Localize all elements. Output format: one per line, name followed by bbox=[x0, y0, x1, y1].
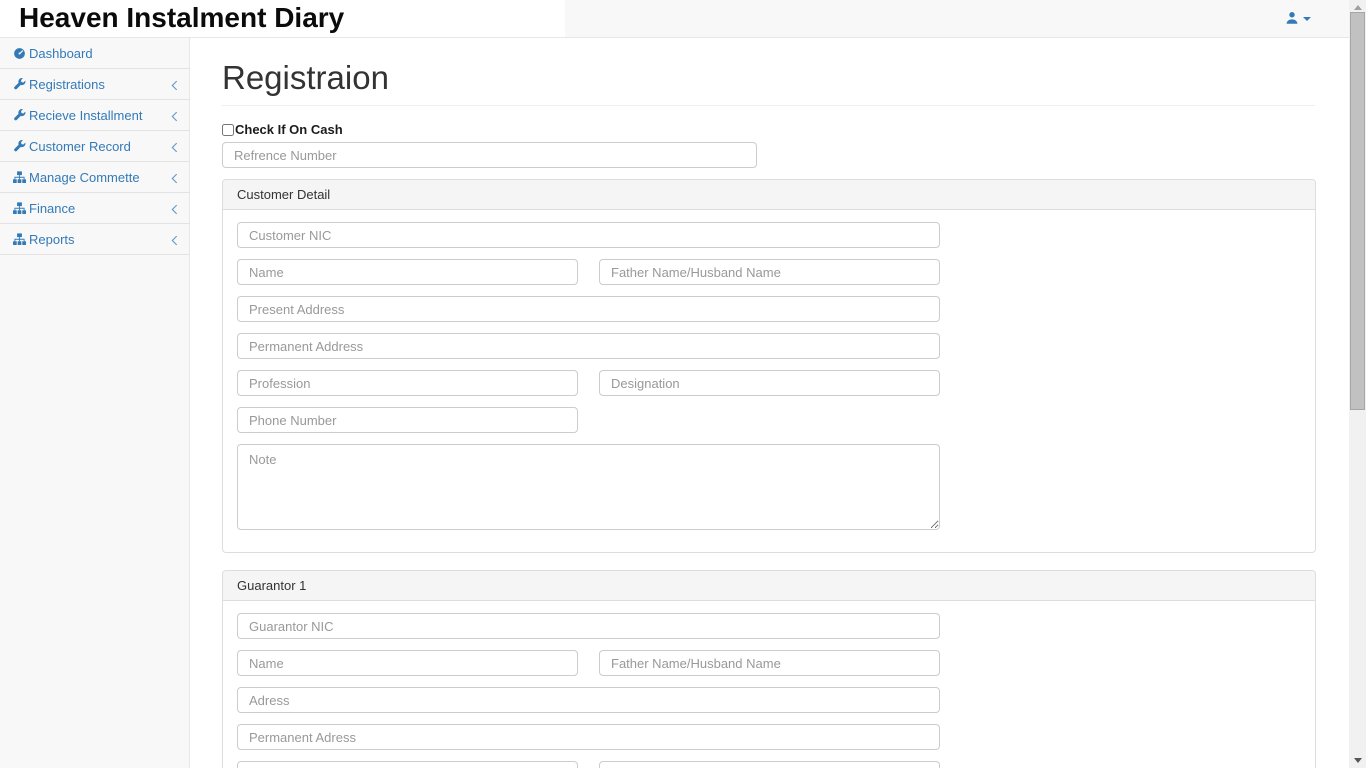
sidebar-nav: Dashboard Registrations Recieve Installmen… bbox=[0, 38, 190, 768]
guarantor-1-name-input[interactable] bbox=[237, 650, 578, 676]
sidebar-item-manage-commette[interactable]: Manage Commette bbox=[0, 162, 189, 193]
sitemap-icon bbox=[13, 170, 26, 184]
customer-detail-permanent-address-input[interactable] bbox=[237, 333, 940, 359]
sidebar-item-customer-record[interactable]: Customer Record bbox=[0, 131, 189, 162]
top-navbar: Heaven Instalment Diary bbox=[0, 0, 1349, 38]
scroll-down-button[interactable] bbox=[1349, 753, 1366, 768]
form-row bbox=[237, 296, 1301, 322]
guarantor-1-designation-input[interactable] bbox=[599, 761, 940, 768]
scrollbar-thumb[interactable] bbox=[1350, 12, 1365, 410]
sidebar-item-label: Recieve Installment bbox=[29, 107, 143, 123]
form-row bbox=[237, 724, 1301, 750]
form-row bbox=[237, 222, 1301, 248]
form-row bbox=[237, 650, 1301, 676]
chevron-left-icon bbox=[171, 141, 178, 156]
form-row bbox=[237, 761, 1301, 768]
guarantor-1-father-name-husband-name-input[interactable] bbox=[599, 650, 940, 676]
cash-checkbox-row: Check If On Cash bbox=[222, 122, 1317, 137]
user-icon bbox=[1285, 11, 1299, 25]
form-row bbox=[237, 613, 1301, 639]
page-title: Registraion bbox=[222, 59, 389, 96]
form-row bbox=[237, 259, 1301, 285]
sidebar-item-label: Finance bbox=[29, 200, 76, 216]
sidebar-item-recieve-installment[interactable]: Recieve Installment bbox=[0, 100, 189, 131]
chevron-left-icon bbox=[171, 79, 178, 94]
sidebar-item-finance[interactable]: Finance bbox=[0, 193, 189, 224]
scroll-down-icon bbox=[1353, 758, 1362, 763]
user-menu-toggle[interactable] bbox=[1285, 11, 1311, 25]
sidebar-item-label: Dashboard bbox=[29, 45, 93, 61]
title-divider bbox=[222, 105, 1315, 106]
sidebar-item-label: Reports bbox=[29, 231, 75, 247]
customer-detail-customer-nic-input[interactable] bbox=[237, 222, 940, 248]
sitemap-icon bbox=[13, 201, 26, 215]
dashboard-icon bbox=[13, 47, 26, 60]
guarantor-1-panel-header: Guarantor 1 bbox=[223, 571, 1315, 601]
on-cash-checkbox[interactable] bbox=[222, 123, 234, 136]
sidebar-item-label: Registrations bbox=[29, 76, 105, 92]
form-row bbox=[237, 687, 1301, 713]
on-cash-label[interactable]: Check If On Cash bbox=[235, 122, 343, 137]
chevron-left-icon bbox=[171, 234, 178, 249]
customer-detail-designation-input[interactable] bbox=[599, 370, 940, 396]
app-title: Heaven Instalment Diary bbox=[19, 2, 345, 33]
caret-down-icon bbox=[1303, 17, 1311, 21]
chevron-left-icon bbox=[171, 203, 178, 218]
guarantor-1-profession-input[interactable] bbox=[237, 761, 578, 768]
reference-number-input[interactable] bbox=[222, 142, 757, 168]
sidebar-item-label: Manage Commette bbox=[29, 169, 140, 185]
guarantor-1-panel: Guarantor 1 bbox=[222, 570, 1316, 768]
form-row bbox=[237, 444, 1301, 530]
customer-detail-panel-body bbox=[223, 210, 1315, 552]
sidebar-item-reports[interactable]: Reports bbox=[0, 224, 189, 255]
customer-detail-profession-input[interactable] bbox=[237, 370, 578, 396]
customer-detail-panel: Customer Detail bbox=[222, 179, 1316, 553]
guarantor-1-guarantor-nic-input[interactable] bbox=[237, 613, 940, 639]
customer-detail-note-textarea[interactable] bbox=[237, 444, 940, 530]
chevron-left-icon bbox=[171, 172, 178, 187]
guarantor-1-panel-body bbox=[223, 601, 1315, 768]
main-content: Registraion Check If On Cash Customer De… bbox=[190, 38, 1349, 768]
sidebar-item-dashboard[interactable]: Dashboard bbox=[0, 38, 189, 69]
guarantor-1-permanent-adress-input[interactable] bbox=[237, 724, 940, 750]
customer-detail-panel-header: Customer Detail bbox=[223, 180, 1315, 210]
sidebar-item-registrations[interactable]: Registrations bbox=[0, 69, 189, 100]
sitemap-icon bbox=[13, 232, 26, 246]
wrench-icon bbox=[13, 77, 26, 91]
customer-detail-father-name-husband-name-input[interactable] bbox=[599, 259, 940, 285]
form-row bbox=[237, 370, 1301, 396]
guarantor-1-adress-input[interactable] bbox=[237, 687, 940, 713]
sidebar-item-label: Customer Record bbox=[29, 138, 131, 154]
scroll-up-icon bbox=[1353, 5, 1362, 10]
customer-detail-name-input[interactable] bbox=[237, 259, 578, 285]
wrench-icon bbox=[13, 139, 26, 153]
chevron-left-icon bbox=[171, 110, 178, 125]
customer-detail-phone-number-input[interactable] bbox=[237, 407, 578, 433]
form-row bbox=[237, 333, 1301, 359]
page-scrollbar[interactable] bbox=[1349, 0, 1366, 768]
customer-detail-present-address-input[interactable] bbox=[237, 296, 940, 322]
wrench-icon bbox=[13, 108, 26, 122]
form-row bbox=[237, 407, 1301, 433]
